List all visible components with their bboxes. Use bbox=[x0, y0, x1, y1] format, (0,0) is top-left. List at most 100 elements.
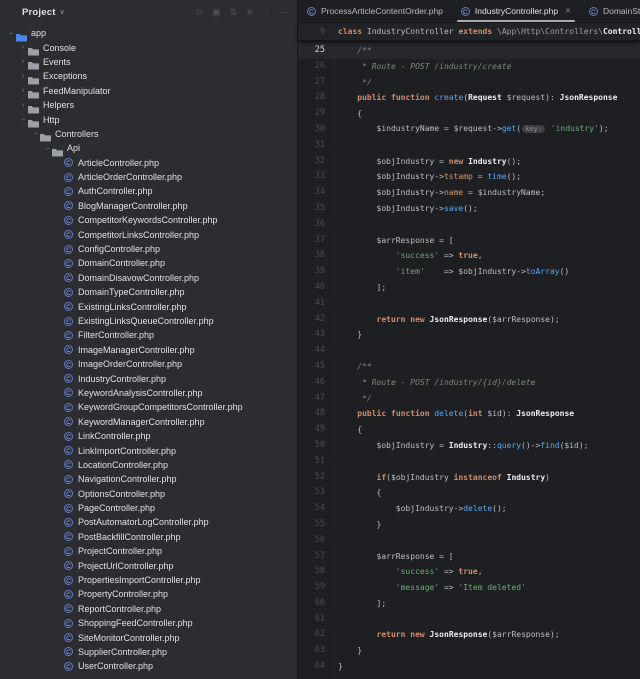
code-line[interactable]: 35 $objIndustry->save(); bbox=[298, 200, 640, 217]
editor-tab-active[interactable]: C IndustryController.php ✕ bbox=[452, 0, 580, 22]
code-line[interactable]: 26 * Route - POST /industry/create bbox=[298, 58, 640, 75]
code-line[interactable]: 64} bbox=[298, 659, 640, 675]
code-line[interactable]: 53 { bbox=[298, 485, 640, 502]
code-line[interactable]: 57 $arrResponse = [ bbox=[298, 548, 640, 565]
tree-item-file[interactable]: C PropertyController.php bbox=[0, 587, 297, 601]
tree-item-file[interactable]: C KeywordGroupCompetitorsController.php bbox=[0, 400, 297, 414]
code-line[interactable]: 56 bbox=[298, 533, 640, 549]
tree-item-file[interactable]: C DomainController.php bbox=[0, 256, 297, 270]
code-line[interactable]: 25 /** bbox=[298, 43, 640, 59]
project-panel-title[interactable]: Project bbox=[22, 7, 56, 18]
editor-area[interactable]: C ProcessArticleContentOrder.php C Industry… bbox=[298, 0, 640, 679]
tree-item-folder[interactable]: › app bbox=[0, 26, 297, 42]
tree-item-folder[interactable]: › Console bbox=[0, 40, 297, 56]
code-line[interactable]: 34 $objIndustry->name = $industryName; bbox=[298, 185, 640, 201]
code-line[interactable]: 32 $objIndustry = new Industry(); bbox=[298, 153, 640, 170]
tree-item-file[interactable]: C ProjectController.php bbox=[0, 544, 297, 558]
code-line[interactable]: 63 } bbox=[298, 643, 640, 660]
close-icon[interactable]: ✕ bbox=[565, 7, 571, 15]
tree-item-file[interactable]: C ProjectUrlController.php bbox=[0, 558, 297, 572]
tree-item-file[interactable]: C FilterController.php bbox=[0, 328, 297, 342]
chevron-icon[interactable]: › bbox=[20, 115, 27, 125]
tree-item-file[interactable]: C LinkImportController.php bbox=[0, 443, 297, 457]
code-line[interactable]: 50 $objIndustry = Industry::query()->fin… bbox=[298, 437, 640, 454]
code-line[interactable]: 49 { bbox=[298, 422, 640, 438]
tree-item-file[interactable]: C ExistingLinksQueueController.php bbox=[0, 314, 297, 328]
tree-item-file[interactable]: C PostAutomatorLogController.php bbox=[0, 515, 297, 529]
tree-item-folder[interactable]: › Helpers bbox=[0, 98, 297, 114]
code-line[interactable]: 33 $objIndustry->tstamp = time(); bbox=[298, 169, 640, 186]
tree-item-folder[interactable]: › FeedManipulator bbox=[0, 84, 297, 99]
tree-item-file[interactable]: C ArticleController.php bbox=[0, 156, 297, 170]
tree-item-folder[interactable]: › Http bbox=[0, 112, 297, 128]
code-line[interactable]: 45 /** bbox=[298, 358, 640, 375]
code-line[interactable]: 58 'success' => true, bbox=[298, 564, 640, 581]
code-line[interactable]: 51 bbox=[298, 454, 640, 470]
code-line[interactable]: 39 'item' => $objIndustry->toArray() bbox=[298, 264, 640, 280]
code-line[interactable]: 42 return new JsonResponse($arrResponse)… bbox=[298, 311, 640, 328]
tree-item-file[interactable]: C SiteMonitorController.php bbox=[0, 630, 297, 644]
code-line[interactable]: 43 } bbox=[298, 327, 640, 344]
tree-item-file[interactable]: C PageController.php bbox=[0, 501, 297, 515]
chevron-icon[interactable]: › bbox=[18, 58, 28, 65]
tree-item-file[interactable]: C BlogManagerController.php bbox=[0, 199, 297, 213]
tree-item-file[interactable]: C PropertiesImportController.php bbox=[0, 573, 297, 587]
more-options-icon[interactable]: ⋮ bbox=[263, 7, 272, 17]
hide-panel-icon[interactable]: ─ bbox=[281, 7, 287, 17]
code-line[interactable]: 60 ]; bbox=[298, 595, 640, 612]
chevron-icon[interactable]: › bbox=[44, 143, 51, 153]
code-line[interactable]: 37 $arrResponse = [ bbox=[298, 232, 640, 249]
code-line[interactable]: 44 bbox=[298, 343, 640, 359]
code-line[interactable]: 52 if($objIndustry instanceof Industry) bbox=[298, 469, 640, 486]
tree-item-folder[interactable]: › Exceptions bbox=[0, 69, 297, 85]
code-line[interactable]: 38 'success' => true, bbox=[298, 248, 640, 265]
tree-item-file[interactable]: C ArticleOrderController.php bbox=[0, 170, 297, 184]
tree-item-file[interactable]: C ImageManagerController.php bbox=[0, 343, 297, 357]
select-opened-file-icon[interactable]: ▣ bbox=[212, 7, 221, 17]
tree-item-folder[interactable]: › Api bbox=[0, 141, 297, 157]
tree-item-file[interactable]: C NavigationController.php bbox=[0, 472, 297, 486]
collapse-all-icon[interactable]: ✕ bbox=[246, 7, 254, 17]
tree-item-file[interactable]: C DomainTypeController.php bbox=[0, 285, 297, 299]
code-line[interactable]: 30 $industryName = $request->get(key: 'i… bbox=[298, 121, 640, 139]
code-line[interactable]: 46 * Route - POST /industry/{id}/delete bbox=[298, 374, 640, 391]
code-line[interactable]: 28 public function create(Request $reque… bbox=[298, 90, 640, 107]
tree-item-file[interactable]: C IndustryController.php bbox=[0, 371, 297, 385]
tree-item-file[interactable]: C KeywordAnalysisController.php bbox=[0, 386, 297, 400]
tree-item-file[interactable]: C DomainDisavowController.php bbox=[0, 271, 297, 285]
editor-tab[interactable]: C ProcessArticleContentOrder.php bbox=[298, 0, 452, 22]
code-line[interactable]: 54 $objIndustry->delete(); bbox=[298, 501, 640, 517]
code-line[interactable]: 62 return new JsonResponse($arrResponse)… bbox=[298, 627, 640, 644]
tree-item-file[interactable]: C AuthController.php bbox=[0, 184, 297, 198]
tree-item-file[interactable]: C ReportController.php bbox=[0, 602, 297, 616]
locate-file-icon[interactable]: ⊙ bbox=[195, 7, 203, 17]
tree-item-folder[interactable]: › Events bbox=[0, 55, 297, 70]
tree-item-file[interactable]: C KeywordManagerController.php bbox=[0, 415, 297, 429]
tree-item-file[interactable]: C LocationController.php bbox=[0, 458, 297, 472]
tree-item-file[interactable]: C OptionsController.php bbox=[0, 487, 297, 501]
tree-item-file[interactable]: C CompetitorLinksController.php bbox=[0, 227, 297, 241]
code-line[interactable]: 48 public function delete(int $id): Json… bbox=[298, 406, 640, 423]
project-tree[interactable]: › app › Console › Events › Exceptions › FeedManip… bbox=[0, 26, 297, 679]
code-line[interactable]: 59 'message' => 'Item deleted' bbox=[298, 580, 640, 596]
code-line[interactable]: 55 } bbox=[298, 516, 640, 533]
chevron-icon[interactable]: › bbox=[18, 73, 28, 80]
expand-collapse-icon[interactable]: ⇅ bbox=[230, 7, 238, 17]
code-line[interactable]: 47 */ bbox=[298, 390, 640, 407]
tree-item-file[interactable]: C PostBackfillController.php bbox=[0, 530, 297, 544]
tree-item-file[interactable]: C ConfigController.php bbox=[0, 242, 297, 256]
chevron-icon[interactable]: › bbox=[18, 44, 28, 51]
code-line[interactable]: 41 bbox=[298, 296, 640, 312]
code-line[interactable]: 31 bbox=[298, 138, 640, 154]
tree-item-file[interactable]: C ShoppingFeedController.php bbox=[0, 616, 297, 630]
tree-item-file[interactable]: C UserController.php bbox=[0, 659, 297, 673]
code-line[interactable]: 27 */ bbox=[298, 74, 640, 91]
tree-item-file[interactable]: C ExistingLinksController.php bbox=[0, 299, 297, 313]
code-line[interactable]: 36 bbox=[298, 217, 640, 233]
tree-item-folder[interactable]: › Controllers bbox=[0, 127, 297, 142]
code-line[interactable]: 29 { bbox=[298, 106, 640, 122]
code-lines[interactable]: 25 /** 26 * Route - POST /industry/create… bbox=[298, 40, 640, 675]
chevron-icon[interactable]: › bbox=[18, 102, 28, 109]
tree-item-file[interactable]: C LinkController.php bbox=[0, 429, 297, 443]
chevron-icon[interactable]: › bbox=[8, 28, 15, 38]
